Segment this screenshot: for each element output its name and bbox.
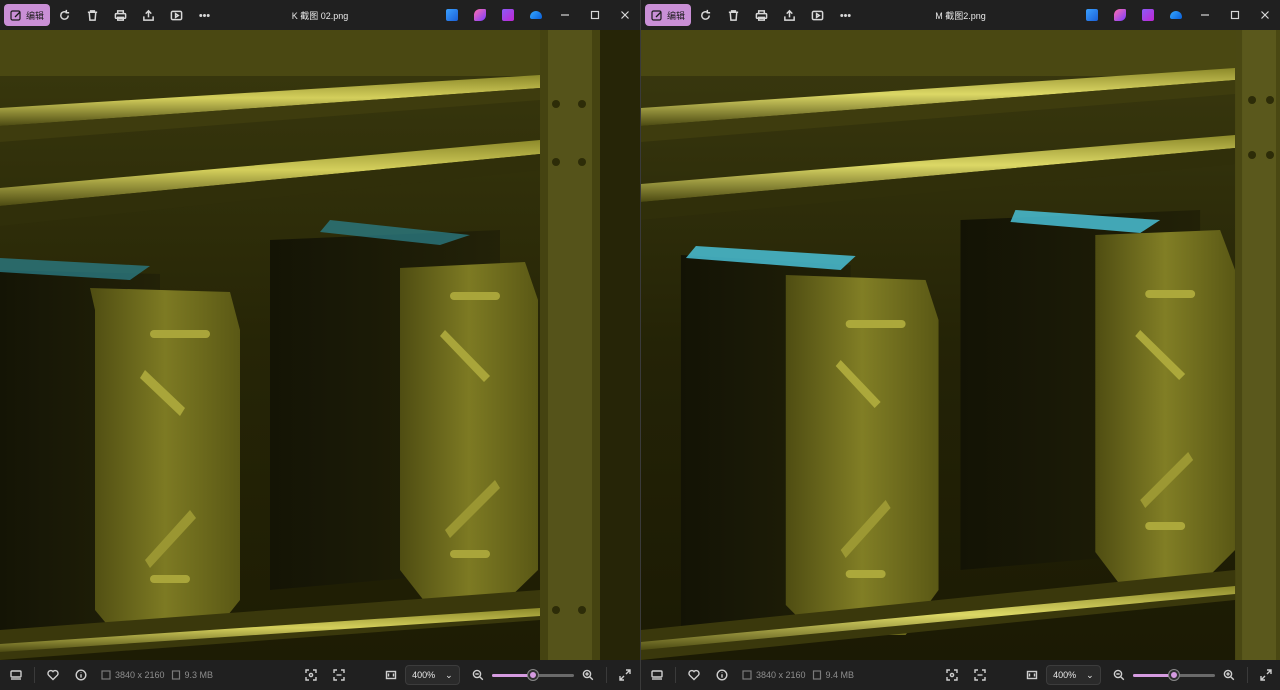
file-size: 9.3 MB [171,670,214,680]
slider-fill [1132,674,1174,677]
onedrive-icon[interactable] [522,1,550,29]
face-detect-icon[interactable] [938,660,966,690]
delete-icon[interactable] [78,1,106,29]
onedrive-icon[interactable] [1162,1,1190,29]
fit-to-window-icon[interactable] [1018,660,1046,690]
divider [1246,667,1248,683]
zoomed-image [641,30,1280,660]
info-icon[interactable] [708,660,736,690]
close-icon[interactable] [1250,0,1280,30]
zoom-slider[interactable] [491,660,574,690]
image-viewport[interactable] [0,30,640,660]
file-size-text: 9.4 MB [825,670,855,680]
fullscreen-icon[interactable] [1252,660,1280,690]
divider [34,667,35,683]
minimize-icon[interactable] [550,0,580,30]
edit-icon [651,10,662,21]
zoom-slider[interactable] [1132,660,1215,690]
file-size-icon [812,670,821,680]
slideshow-icon[interactable] [803,1,831,29]
edit-button[interactable]: 编辑 [4,4,51,26]
zoomed-image [0,30,640,660]
file-size-icon [171,670,180,680]
more-icon[interactable] [831,1,859,29]
viewer-window-right: 编辑 M 截图2.png 3840 x 2160 9.4 MB 400% ⌄ [640,0,1280,690]
chevron-down-icon: ⌄ [445,669,453,680]
designer-icon[interactable] [1106,1,1134,29]
zoom-out-icon[interactable] [1105,660,1133,690]
edit-label: 编辑 [667,10,686,21]
divider [605,667,607,683]
chevron-down-icon: ⌄ [1086,669,1094,680]
zoom-in-icon[interactable] [574,660,602,690]
zoom-value: 400% [412,670,436,680]
image-dimensions: 3840 x 2160 [742,670,806,680]
print-icon[interactable] [106,1,134,29]
divider [675,667,676,683]
visual-search-icon[interactable] [325,660,353,690]
slider-thumb[interactable] [527,670,538,680]
slider-thumb[interactable] [1168,670,1179,680]
dimensions-text: 3840 x 2160 [756,670,806,680]
fit-to-window-icon[interactable] [377,660,405,690]
minimize-icon[interactable] [1190,0,1220,30]
delete-icon[interactable] [719,1,747,29]
close-icon[interactable] [610,0,640,30]
edit-icon [10,10,21,21]
clipchamp-icon[interactable] [1078,1,1106,29]
print-icon[interactable] [747,1,775,29]
copilot-icon[interactable] [494,1,522,29]
image-size-icon [101,670,111,680]
face-detect-icon[interactable] [297,660,325,690]
copilot-icon[interactable] [1134,1,1162,29]
favorite-icon[interactable] [680,660,708,690]
share-icon[interactable] [775,1,803,29]
fullscreen-icon[interactable] [611,660,639,690]
share-icon[interactable] [134,1,162,29]
zoom-out-icon[interactable] [464,660,492,690]
image-viewport[interactable] [641,30,1280,660]
image-dimensions: 3840 x 2160 [101,670,165,680]
file-size-text: 9.3 MB [184,670,214,680]
title-bar: 编辑 K 截图 02.png [0,0,640,30]
dimensions-text: 3840 x 2160 [115,670,165,680]
maximize-icon[interactable] [580,0,610,30]
status-bar: 3840 x 2160 9.4 MB 400% ⌄ [641,660,1280,690]
edit-label: 编辑 [26,10,45,21]
slider-fill [491,674,533,677]
viewer-window-left: 编辑 K 截图 02.png 3840 x 2160 9.3 MB 400% ⌄ [0,0,640,690]
slideshow-icon[interactable] [162,1,190,29]
clipchamp-icon[interactable] [438,1,466,29]
visual-search-icon[interactable] [966,660,994,690]
rotate-icon[interactable] [50,1,78,29]
favorite-icon[interactable] [39,660,67,690]
designer-icon[interactable] [466,1,494,29]
status-bar: 3840 x 2160 9.3 MB 400% ⌄ [0,660,640,690]
zoom-dropdown[interactable]: 400% ⌄ [405,665,460,685]
info-icon[interactable] [67,660,95,690]
edit-button[interactable]: 编辑 [645,4,692,26]
filmstrip-icon[interactable] [2,660,30,690]
zoom-dropdown[interactable]: 400% ⌄ [1046,665,1101,685]
zoom-in-icon[interactable] [1215,660,1243,690]
maximize-icon[interactable] [1220,0,1250,30]
more-icon[interactable] [190,1,218,29]
title-bar: 编辑 M 截图2.png [641,0,1280,30]
filmstrip-icon[interactable] [643,660,671,690]
zoom-value: 400% [1053,670,1077,680]
image-size-icon [742,670,752,680]
file-size: 9.4 MB [812,670,855,680]
rotate-icon[interactable] [691,1,719,29]
